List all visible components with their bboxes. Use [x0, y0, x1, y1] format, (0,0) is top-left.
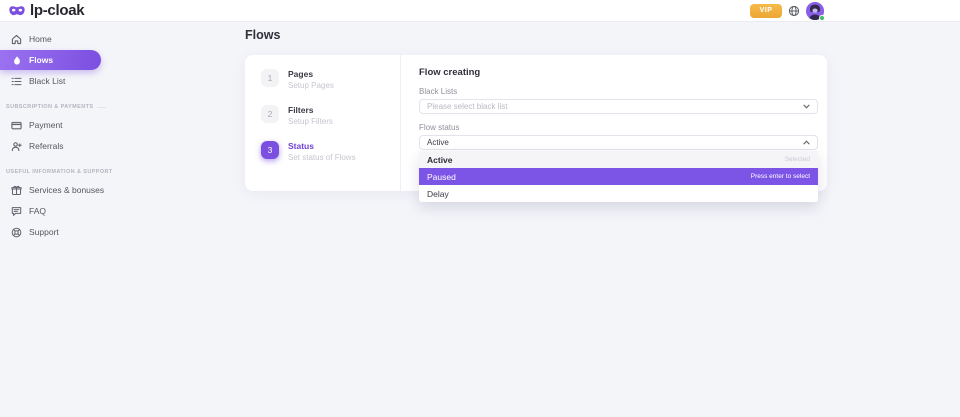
- flow-status-value: Active: [427, 138, 449, 147]
- home-icon: [11, 34, 22, 45]
- logo-text: lp-cloak: [30, 2, 84, 19]
- top-bar-actions: VIP: [750, 2, 824, 20]
- flow-status-label: Flow status: [419, 123, 818, 132]
- top-bar: lp-cloak VIP: [0, 0, 960, 22]
- sidebar-item-payment[interactable]: Payment: [0, 115, 110, 135]
- support-lifebuoy-icon: [11, 227, 22, 238]
- sidebar-item-label: Payment: [29, 120, 63, 130]
- sidebar-item-home[interactable]: Home: [0, 29, 110, 49]
- sidebar-item-label: Black List: [29, 76, 65, 86]
- flow-status-select[interactable]: Active: [419, 135, 818, 150]
- flow-status-select-wrap: Active Active Selected Paused Press e: [419, 135, 818, 150]
- option-hint: Selected: [785, 156, 810, 163]
- form-title: Flow creating: [419, 67, 818, 78]
- sidebar: Home Flows Black List SUBSCRIPTION & PAY…: [0, 22, 110, 242]
- step-number: 1: [261, 69, 279, 87]
- flow-status-dropdown: Active Selected Paused Press enter to se…: [419, 151, 818, 202]
- sidebar-item-label: Referrals: [29, 141, 63, 151]
- step-subtitle: Set status of Flows: [288, 153, 356, 162]
- black-list-icon: [11, 76, 22, 87]
- sidebar-item-referrals[interactable]: Referrals: [0, 136, 110, 156]
- dropdown-option-paused[interactable]: Paused Press enter to select: [419, 168, 818, 185]
- step-number: 3: [261, 141, 279, 159]
- step-title: Filters: [288, 106, 333, 115]
- step-title: Status: [288, 142, 356, 151]
- step-status[interactable]: 3 Status Set status of Flows: [261, 141, 400, 162]
- online-status-dot: [819, 15, 825, 21]
- step-subtitle: Setup Pages: [288, 81, 334, 90]
- section-divider: [97, 107, 106, 108]
- step-pages[interactable]: 1 Pages Setup Pages: [261, 69, 400, 90]
- black-lists-label: Black Lists: [419, 87, 818, 96]
- sidebar-section-subscription: SUBSCRIPTION & PAYMENTS: [0, 102, 110, 112]
- sidebar-item-services-bonuses[interactable]: Services & bonuses: [0, 180, 110, 200]
- wizard-steps: 1 Pages Setup Pages 2 Filters Setup Filt…: [245, 55, 401, 191]
- sidebar-item-flows[interactable]: Flows: [0, 50, 101, 70]
- language-globe-icon[interactable]: [788, 5, 800, 17]
- chevron-down-icon: [803, 104, 810, 109]
- referrals-icon: [11, 141, 22, 152]
- main-content: Flows 1 Pages Setup Pages 2 Filters Setu…: [245, 22, 827, 191]
- payment-card-icon: [11, 120, 22, 131]
- option-label: Delay: [427, 189, 449, 199]
- services-gift-icon: [11, 185, 22, 196]
- user-avatar[interactable]: [806, 2, 824, 20]
- option-hint: Press enter to select: [751, 173, 810, 180]
- step-title: Pages: [288, 70, 334, 79]
- step-subtitle: Setup Filters: [288, 117, 333, 126]
- black-lists-select[interactable]: Please select black list: [419, 99, 818, 114]
- sidebar-section-title: USEFUL INFORMATION & SUPPORT: [6, 169, 113, 175]
- step-number: 2: [261, 105, 279, 123]
- sidebar-item-black-list[interactable]: Black List: [0, 71, 110, 91]
- sidebar-item-label: Services & bonuses: [29, 185, 104, 195]
- vip-button[interactable]: VIP: [750, 4, 782, 18]
- dropdown-option-active[interactable]: Active Selected: [419, 151, 818, 168]
- sidebar-item-label: Support: [29, 227, 59, 237]
- step-filters[interactable]: 2 Filters Setup Filters: [261, 105, 400, 126]
- sidebar-item-support[interactable]: Support: [0, 222, 110, 242]
- page-title: Flows: [245, 28, 827, 42]
- flow-creating-form: Flow creating Black Lists Please select …: [401, 55, 827, 191]
- flow-creating-card: 1 Pages Setup Pages 2 Filters Setup Filt…: [245, 55, 827, 191]
- sidebar-item-label: Home: [29, 34, 52, 44]
- logo-mask-icon: [8, 4, 26, 17]
- sidebar-item-label: Flows: [29, 55, 53, 65]
- black-lists-placeholder: Please select black list: [427, 102, 507, 111]
- flows-icon: [11, 55, 22, 66]
- dropdown-option-delay[interactable]: Delay: [419, 185, 818, 202]
- sidebar-section-support: USEFUL INFORMATION & SUPPORT: [0, 167, 110, 177]
- faq-icon: [11, 206, 22, 217]
- sidebar-item-faq[interactable]: FAQ: [0, 201, 110, 221]
- option-label: Paused: [427, 172, 456, 182]
- sidebar-section-title: SUBSCRIPTION & PAYMENTS: [6, 104, 93, 110]
- chevron-up-icon: [803, 140, 810, 145]
- logo[interactable]: lp-cloak: [8, 2, 84, 19]
- sidebar-item-label: FAQ: [29, 206, 46, 216]
- option-label: Active: [427, 155, 453, 165]
